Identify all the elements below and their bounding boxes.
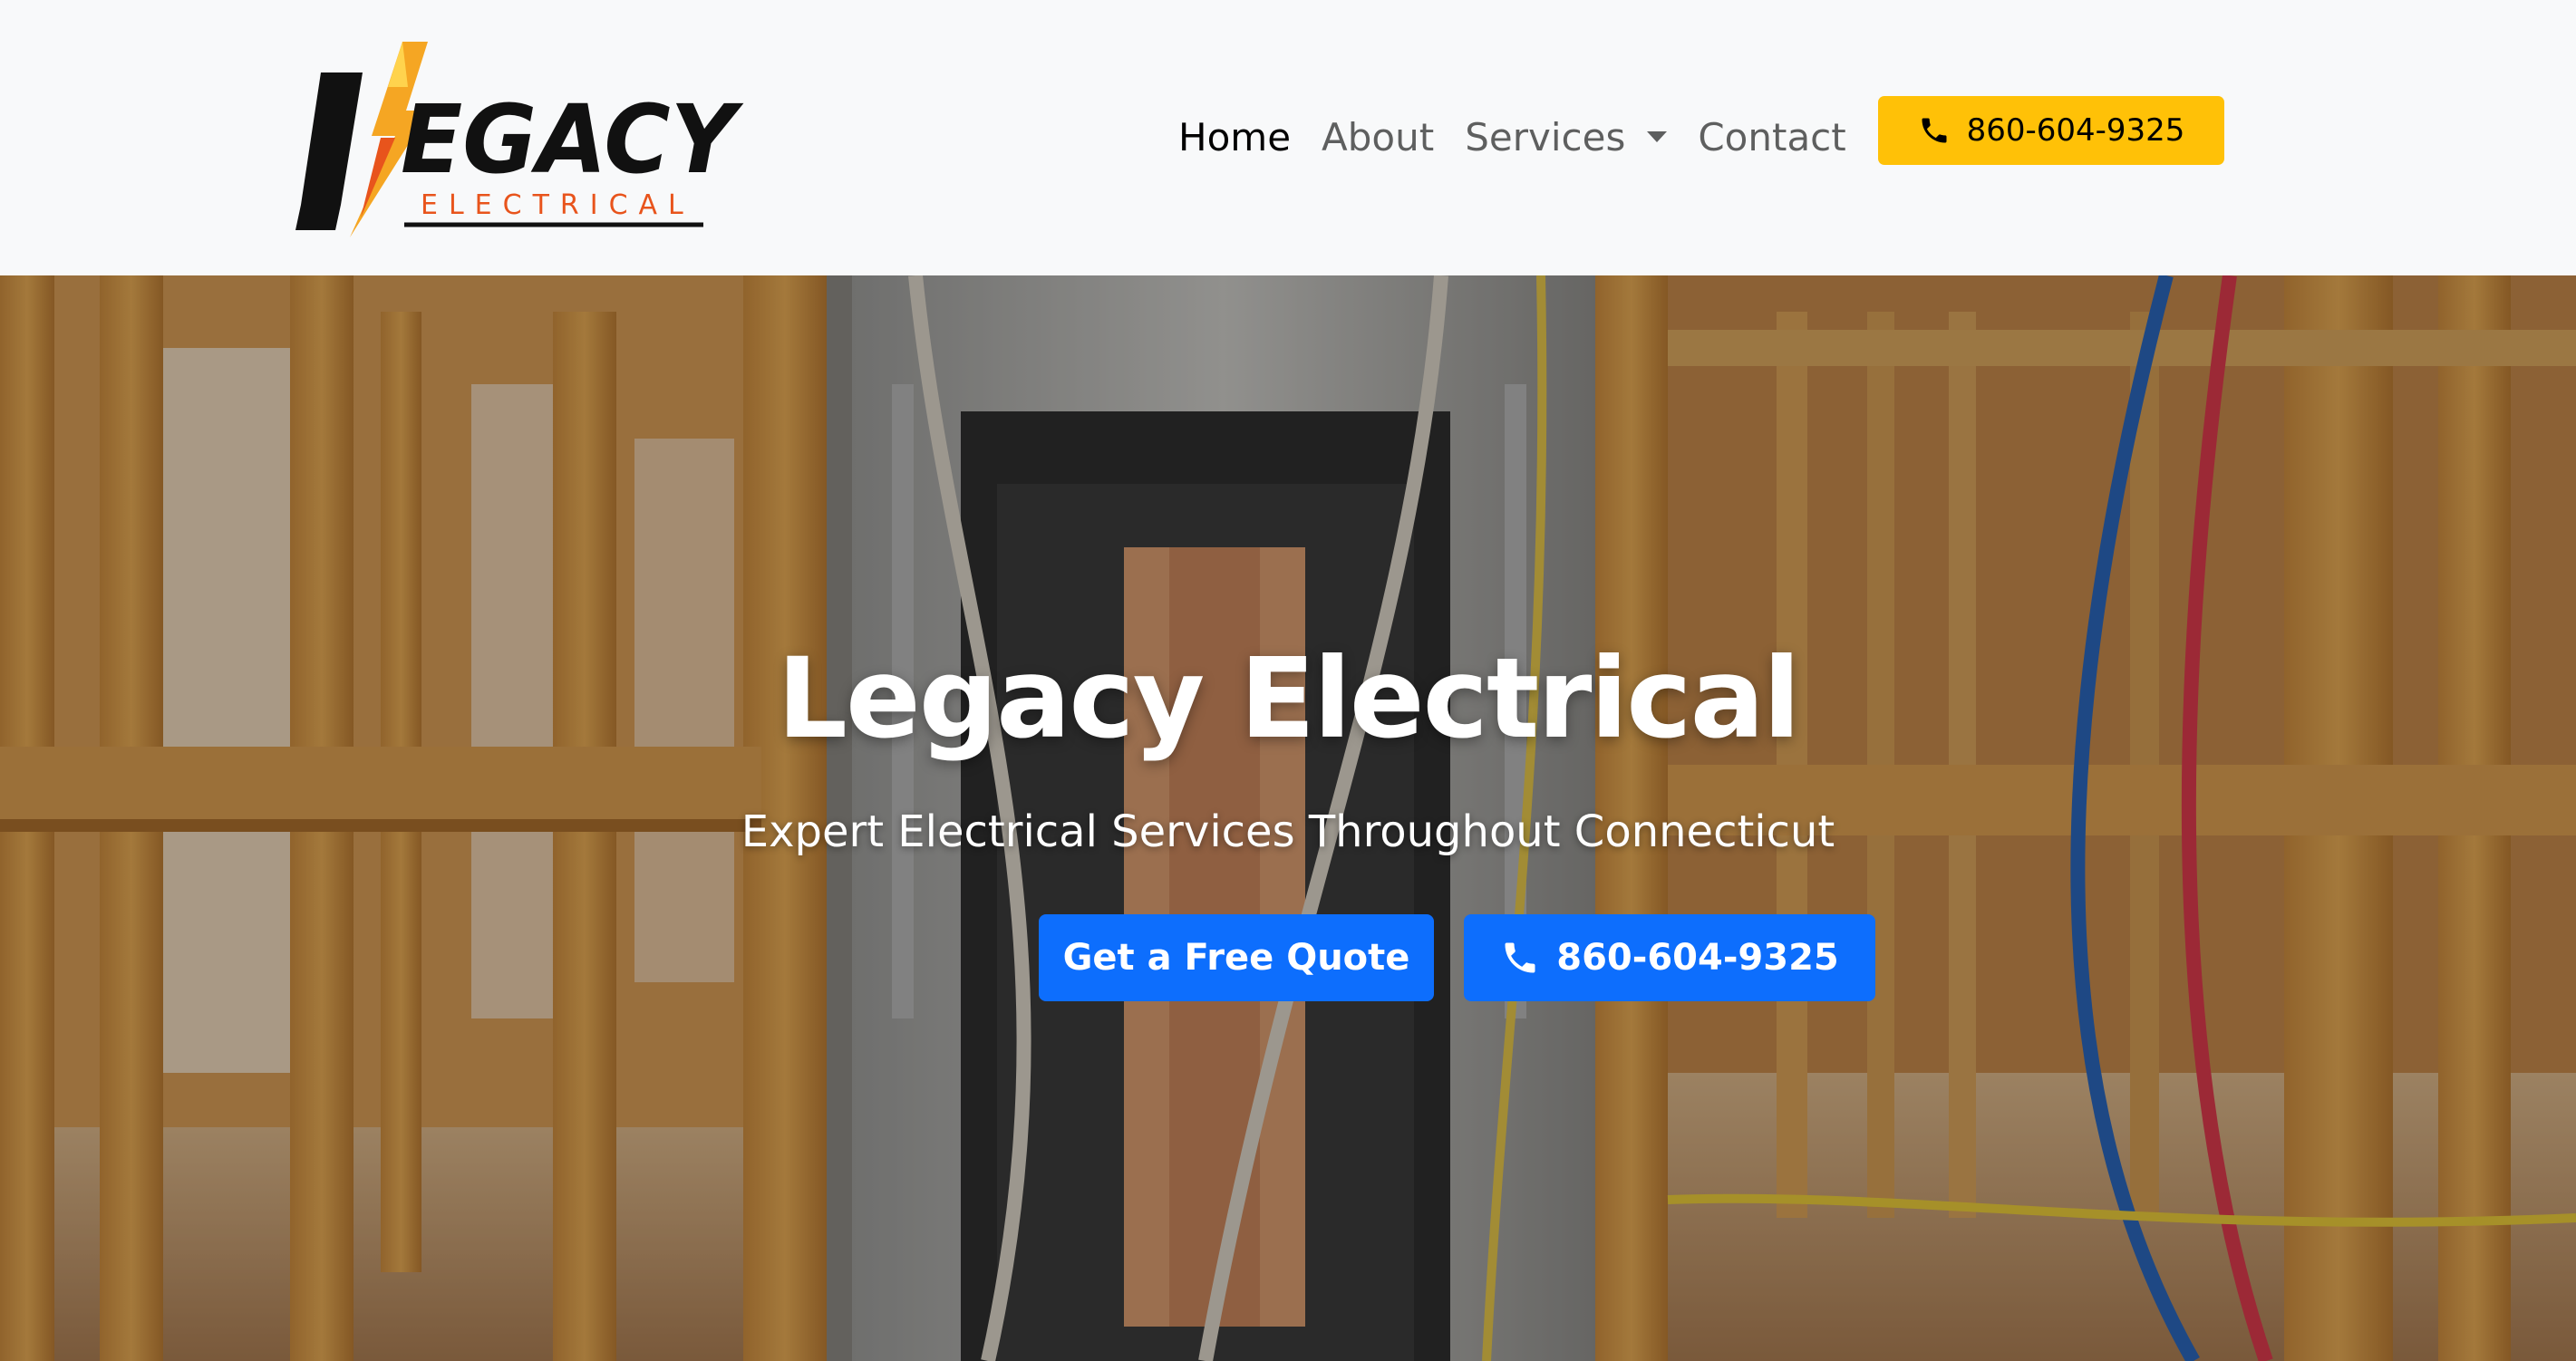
- navbar: EGACY ELECTRICAL Home About Services Con…: [0, 0, 2576, 275]
- hero-call-button[interactable]: 860-604-9325: [1464, 914, 1875, 1001]
- nav-about-link[interactable]: About: [1322, 115, 1434, 159]
- hero-cta-group: Get a Free Quote 860-604-9325: [0, 914, 2576, 1001]
- hero-call-label: 860-604-9325: [1556, 937, 1839, 979]
- nav-call-label: 860-604-9325: [1966, 112, 2185, 149]
- logo-wordmark: EGACY: [401, 84, 744, 195]
- nav-call-button[interactable]: 860-604-9325: [1878, 96, 2224, 165]
- nav-services-label: Services: [1465, 114, 1626, 159]
- hero-subtitle: Expert Electrical Services Throughout Co…: [741, 806, 1835, 857]
- nav-contact-link[interactable]: Contact: [1698, 115, 1845, 159]
- logo-subtext: ELECTRICAL: [421, 189, 694, 221]
- get-free-quote-button[interactable]: Get a Free Quote: [1039, 914, 1434, 1001]
- legacy-electrical-logo[interactable]: EGACY ELECTRICAL: [294, 36, 747, 245]
- phone-icon: [1505, 942, 1535, 973]
- nav-home-link[interactable]: Home: [1178, 115, 1291, 159]
- nav-services-dropdown[interactable]: Services: [1465, 114, 1668, 159]
- hero-section: Legacy Electrical Expert Electrical Serv…: [0, 275, 2576, 1361]
- primary-nav: Home About Services Contact: [1178, 107, 1877, 167]
- hero-title: Legacy Electrical: [777, 634, 1800, 763]
- caret-down-icon: [1647, 131, 1668, 142]
- phone-icon: [1922, 118, 1947, 143]
